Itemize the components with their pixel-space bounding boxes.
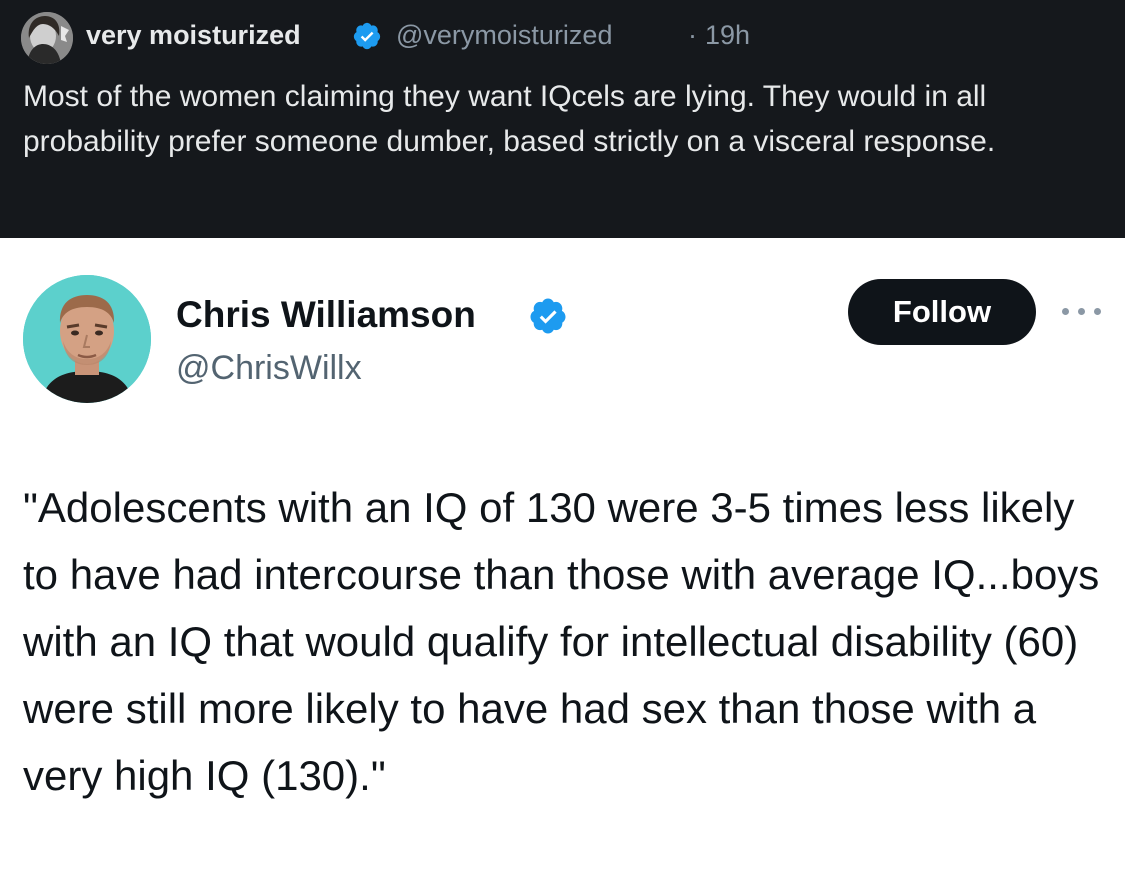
screenshot-frame: very moisturized @verymoisturized · 19h … <box>0 0 1125 892</box>
author-handle[interactable]: @ChrisWillx <box>176 345 362 391</box>
more-dot <box>1078 308 1085 315</box>
more-dot <box>1062 308 1069 315</box>
verified-badge-icon <box>353 22 381 50</box>
quoted-author-name[interactable]: very moisturized <box>86 15 301 55</box>
tweet-text: "Adolescents with an IQ of 130 were 3-5 … <box>23 484 1100 799</box>
author-avatar[interactable] <box>23 275 151 403</box>
quoted-tweet-text: Most of the women claiming they want IQc… <box>23 80 996 158</box>
quoted-tweet[interactable]: very moisturized @verymoisturized · 19h … <box>0 0 1125 238</box>
quoted-author-avatar[interactable] <box>21 12 73 64</box>
quoted-author-handle[interactable]: @verymoisturized <box>396 15 612 55</box>
verified-badge-icon <box>530 298 566 334</box>
author-name[interactable]: Chris Williamson <box>176 292 476 338</box>
more-dot <box>1094 308 1101 315</box>
more-options-icon[interactable] <box>1060 300 1104 324</box>
quoted-tweet-timestamp[interactable]: 19h <box>705 15 750 55</box>
separator-dot: · <box>688 20 697 50</box>
follow-button[interactable]: Follow <box>848 279 1036 345</box>
